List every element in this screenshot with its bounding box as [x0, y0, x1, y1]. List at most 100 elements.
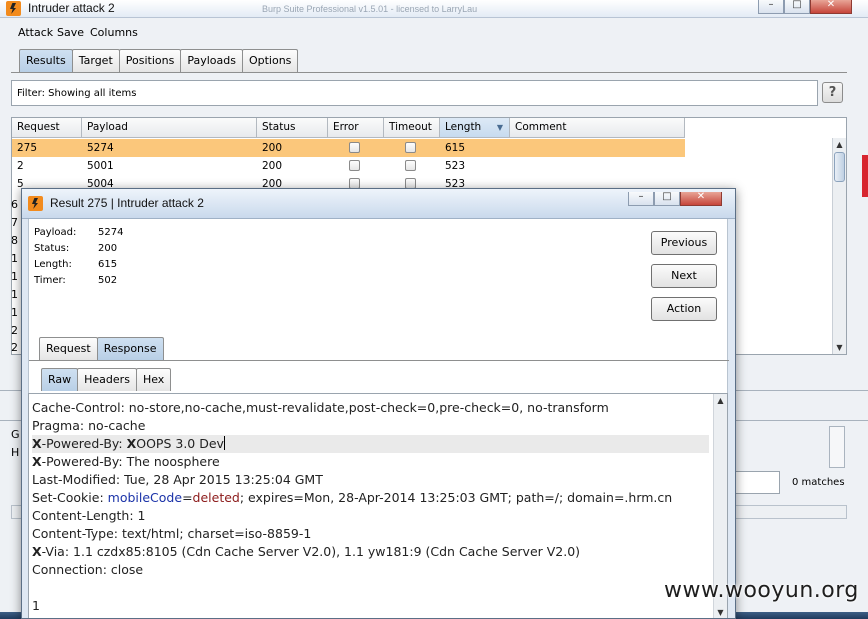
timer-value: 502 — [98, 275, 118, 286]
scroll-thumb[interactable] — [834, 152, 845, 182]
tab-response[interactable]: Response — [96, 337, 164, 360]
col-length[interactable]: Length ▼ — [440, 118, 510, 138]
watermark: www.wooyun.org — [664, 578, 859, 603]
cookie-value: deleted — [192, 490, 240, 505]
filter-bar[interactable]: Filter: Showing all items — [11, 80, 818, 106]
row-number: 1 — [11, 270, 18, 283]
col-payload[interactable]: Payload — [82, 118, 257, 138]
search-input[interactable] — [730, 471, 780, 494]
tab-options[interactable]: Options — [241, 49, 299, 72]
action-button[interactable]: Action — [651, 297, 717, 321]
tab-results[interactable]: Results — [19, 49, 73, 72]
scroll-up-icon[interactable]: ▲ — [833, 140, 846, 149]
main-tabs: Results Target Positions Payloads Option… — [19, 49, 299, 72]
result-window-title: Result 275 | Intruder attack 2 — [50, 196, 204, 210]
header-text: -Powered-By: The noosphere — [41, 454, 220, 469]
timeout-checkbox — [405, 160, 416, 171]
lower-pane-char: G — [11, 428, 20, 441]
row-number: 1 — [11, 252, 18, 265]
minimize-button[interactable]: – — [628, 191, 654, 206]
response-line: Set-Cookie: mobileCode=deleted; expires=… — [32, 489, 709, 507]
response-line: 1 — [32, 598, 40, 613]
row-number: 2 — [11, 341, 18, 354]
close-button[interactable]: ✕ — [810, 0, 852, 14]
payload-label: Payload: — [34, 227, 77, 238]
tab-hex[interactable]: Hex — [135, 368, 172, 391]
table-row[interactable]: 275 5274 200 615 — [12, 139, 685, 157]
table-row[interactable]: 2 5001 200 523 — [12, 157, 685, 175]
burp-logo-icon — [28, 196, 43, 211]
cell-request: 2 — [17, 160, 24, 172]
filter-text: Filter: Showing all items — [17, 88, 137, 99]
maximize-button[interactable]: □ — [654, 191, 680, 206]
sort-desc-icon: ▼ — [496, 123, 503, 132]
col-length-label: Length — [445, 121, 482, 133]
scroll-up-icon[interactable]: ▲ — [714, 396, 727, 405]
next-button[interactable]: Next — [651, 264, 717, 288]
row-number: 2 — [11, 324, 18, 337]
row-number: 7 — [11, 216, 18, 229]
tab-request[interactable]: Request — [39, 337, 98, 360]
scroll-down-icon[interactable]: ▼ — [833, 343, 846, 352]
status-label: Status: — [34, 243, 70, 254]
main-titlebar[interactable]: Intruder attack 2 Burp Suite Professiona… — [0, 0, 868, 18]
tab-divider — [11, 72, 847, 73]
response-text-area[interactable]: Cache-Control: no-store,no-cache,must-re… — [28, 393, 728, 618]
request-response-tabs: Request Response — [39, 337, 164, 360]
maximize-icon: □ — [792, 0, 802, 10]
header-initial: X — [32, 436, 42, 451]
response-view-tabs: Raw Headers Hex — [41, 368, 172, 391]
timer-label: Timer: — [34, 275, 66, 286]
row-number: 1 — [11, 306, 18, 319]
menu-attack[interactable]: Attack — [18, 26, 53, 39]
tab-headers[interactable]: Headers — [77, 368, 137, 391]
header-text: -Powered-By: — [41, 436, 127, 451]
table-scrollbar[interactable]: ▲ ▼ — [832, 138, 846, 354]
response-line: Content-Length: 1 — [32, 508, 146, 523]
menu-save[interactable]: Save — [57, 26, 84, 39]
minimize-button[interactable]: – — [758, 0, 784, 14]
response-pane-scrollbar[interactable] — [829, 426, 845, 468]
header-initial: X — [32, 454, 42, 469]
row-number: 6 — [11, 198, 18, 211]
header-text: Set-Cookie: — [32, 490, 108, 505]
col-timeout[interactable]: Timeout — [384, 118, 440, 138]
col-error[interactable]: Error — [328, 118, 384, 138]
result-dialog: Result 275 | Intruder attack 2 – □ ✕ Pay… — [21, 188, 736, 619]
cell-status: 200 — [262, 142, 283, 154]
tab-divider — [29, 360, 729, 361]
help-button[interactable]: ? — [822, 82, 843, 103]
tab-target[interactable]: Target — [71, 49, 120, 72]
cookie-name: mobileCode — [107, 490, 183, 505]
scroll-down-icon[interactable]: ▼ — [714, 608, 727, 617]
close-button[interactable]: ✕ — [680, 191, 722, 206]
error-checkbox — [349, 142, 360, 153]
response-line: X-Powered-By: The noosphere — [32, 453, 709, 471]
text-caret — [223, 436, 225, 450]
tab-positions[interactable]: Positions — [118, 49, 182, 72]
tab-payloads[interactable]: Payloads — [180, 49, 243, 72]
maximize-button[interactable]: □ — [784, 0, 810, 14]
row-number: 1 — [11, 288, 18, 301]
col-status[interactable]: Status — [257, 118, 328, 138]
main-window-title: Intruder attack 2 — [28, 1, 115, 15]
response-line: Content-Type: text/html; charset=iso-885… — [32, 526, 312, 541]
tab-raw[interactable]: Raw — [41, 368, 79, 391]
col-request[interactable]: Request — [12, 118, 82, 138]
cell-status: 200 — [262, 160, 283, 172]
previous-button[interactable]: Previous — [651, 231, 717, 255]
menu-columns[interactable]: Columns — [90, 26, 138, 39]
col-comment[interactable]: Comment — [510, 118, 685, 138]
response-line — [32, 579, 709, 597]
response-line: X-Via: 1.1 czdx85:8105 (Cdn Cache Server… — [32, 543, 709, 561]
table-header: Request Payload Status Error Timeout Len… — [12, 118, 685, 138]
header-text: -Via: 1.1 czdx85:8105 (Cdn Cache Server … — [41, 544, 581, 559]
cell-request: 275 — [17, 142, 38, 154]
lower-pane-char: H — [11, 446, 20, 459]
response-line: Last-Modified: Tue, 28 Apr 2015 13:25:04… — [32, 472, 323, 487]
cell-payload: 5274 — [87, 142, 114, 154]
cell-length: 615 — [445, 142, 466, 154]
row-number: 8 — [11, 234, 18, 247]
response-lines: Cache-Control: no-store,no-cache,must-re… — [32, 399, 709, 615]
result-titlebar[interactable]: Result 275 | Intruder attack 2 – □ ✕ — [22, 189, 735, 219]
